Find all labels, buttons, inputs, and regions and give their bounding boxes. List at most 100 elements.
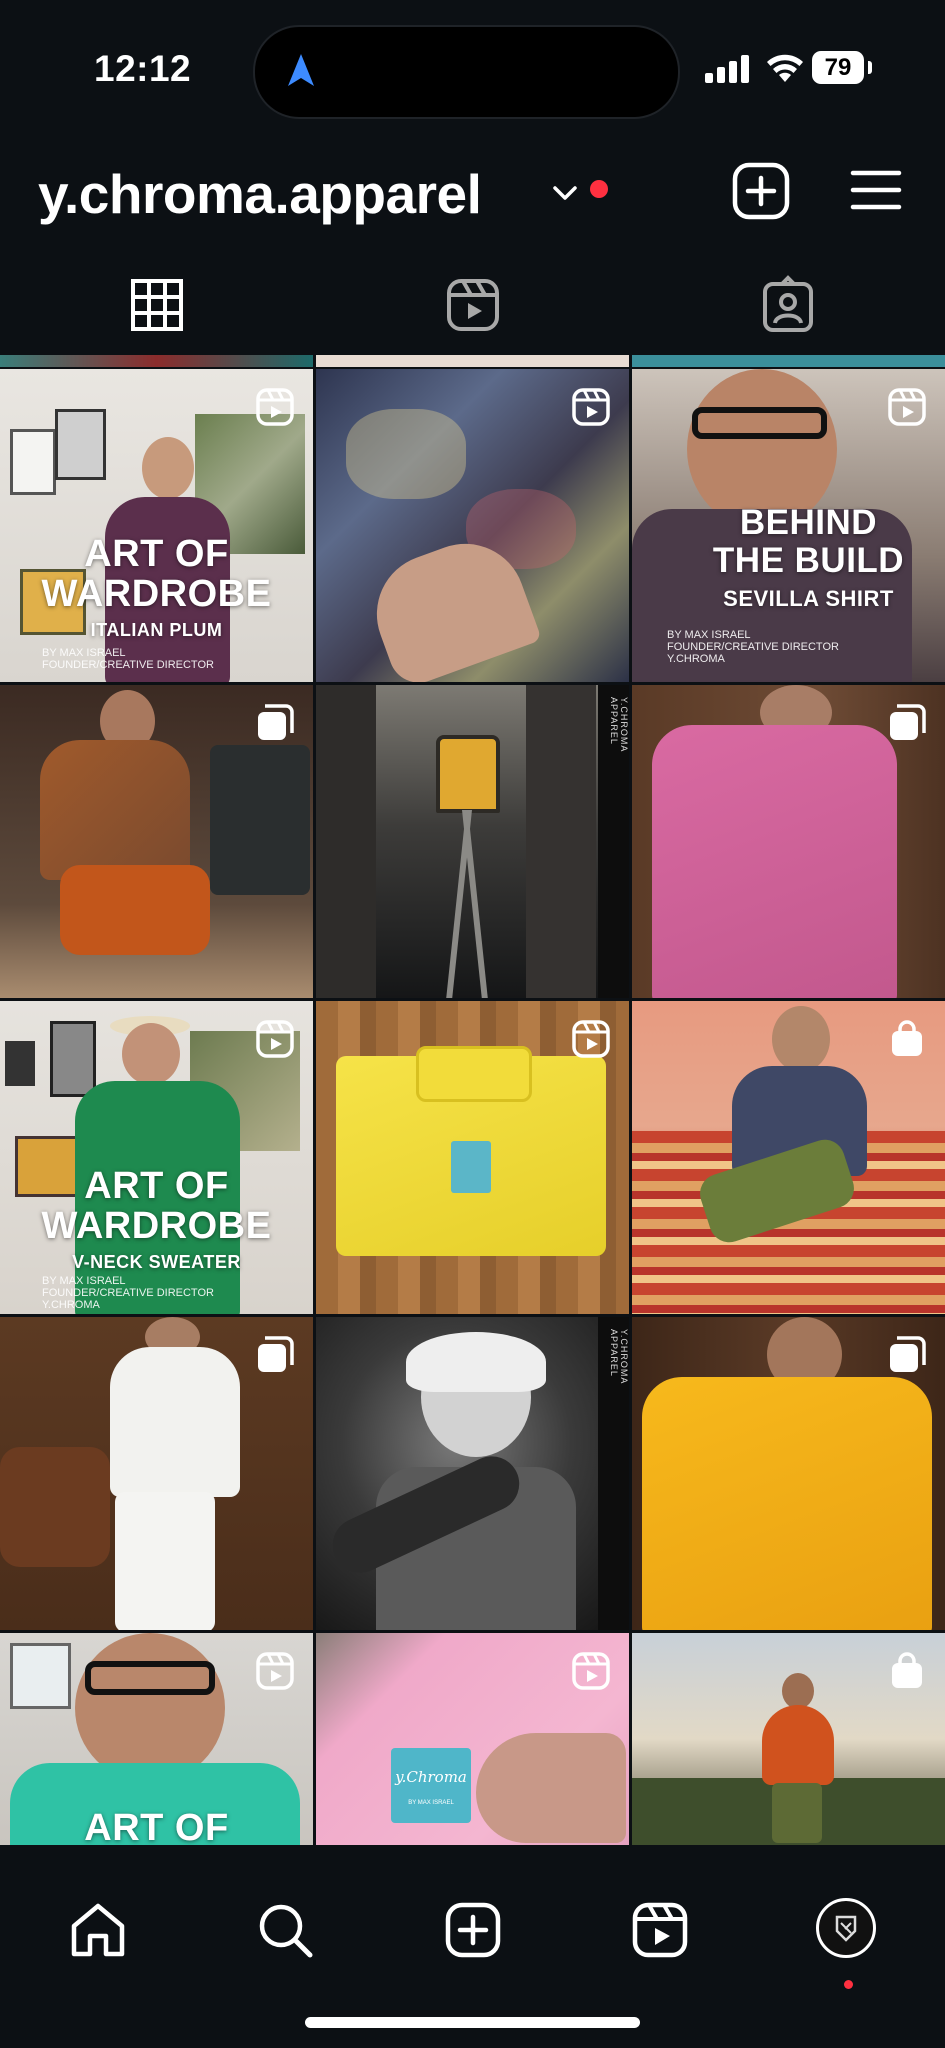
wall-frame (10, 1643, 71, 1709)
create-button[interactable] (732, 162, 790, 220)
person-legs (60, 865, 210, 955)
wifi-icon (767, 54, 803, 82)
post-tile[interactable] (316, 1001, 629, 1314)
shop-bag-icon (892, 1652, 922, 1688)
shirt-collar (416, 1046, 532, 1102)
leather-chair (0, 1447, 110, 1567)
cellular-signal-icon (705, 55, 749, 83)
person-head (782, 1673, 814, 1709)
carousel-badge-icon (258, 704, 294, 740)
side-text: Y.CHROMA APPAREL (609, 1329, 629, 1384)
person-legs (115, 1492, 215, 1630)
person-body (40, 740, 190, 880)
post-overlay: BEHIND THE BUILD SEVILLA SHIRT (712, 503, 905, 612)
building-right (526, 685, 596, 998)
post-tile[interactable]: ART OF WARDROBE V-NECK SWEATER BY MAX IS… (0, 1001, 313, 1314)
search-icon[interactable] (255, 1900, 315, 1960)
post-peek (632, 355, 945, 367)
reel-badge-icon (256, 388, 294, 426)
create-icon[interactable] (443, 1900, 503, 1960)
username[interactable]: y.chroma.apparel (38, 162, 482, 226)
person-head (772, 1006, 830, 1072)
status-time: 12:12 (94, 48, 192, 89)
shop-bag-icon (892, 1020, 922, 1056)
profile-header: y.chroma.apparel (0, 140, 945, 260)
tram (436, 735, 500, 813)
brand-logo-icon (835, 1915, 857, 1942)
person-head (142, 437, 194, 499)
person-body (762, 1705, 834, 1785)
post-credit: BY MAX ISRAEL FOUNDER/CREATIVE DIRECTOR (42, 647, 214, 671)
tram-rail (462, 810, 488, 998)
wall-frame (10, 429, 56, 495)
post-tile[interactable]: Y.CHROMA APPAREL (316, 685, 629, 998)
carousel-badge-icon (890, 1336, 926, 1372)
profile-tabs (0, 260, 945, 355)
carousel-badge-icon (890, 704, 926, 740)
post-overlay: ART OF (84, 1807, 229, 1845)
post-tile[interactable] (0, 1317, 313, 1630)
building-left (316, 685, 376, 998)
wall-frame (50, 1021, 96, 1097)
wall-frame (5, 1041, 35, 1086)
reel-badge-icon (572, 1652, 610, 1690)
post-overlay: ART OF WARDROBE ITALIAN PLUM (41, 533, 272, 640)
post-overlay: ART OF WARDROBE V-NECK SWEATER (41, 1165, 272, 1272)
post-tile[interactable]: ART OF (0, 1633, 313, 1845)
person-body (110, 1347, 240, 1497)
grid-icon[interactable] (127, 275, 187, 335)
person-body (642, 1377, 932, 1630)
reel-badge-icon (256, 1020, 294, 1058)
post-credit: BY MAX ISRAEL FOUNDER/CREATIVE DIRECTOR Y.… (42, 1275, 214, 1311)
reel-badge-icon (888, 388, 926, 426)
carousel-badge-icon (258, 1336, 294, 1372)
reel-badge-icon (256, 1652, 294, 1690)
reels-icon[interactable] (630, 1900, 690, 1960)
profile-notification-dot (844, 1980, 853, 1989)
hair (406, 1332, 546, 1392)
post-tile[interactable]: BEHIND THE BUILD SEVILLA SHIRT BY MAX IS… (632, 369, 945, 682)
dynamic-island (253, 25, 680, 119)
post-tile[interactable] (632, 1633, 945, 1845)
reels-icon[interactable] (443, 275, 503, 335)
reel-badge-icon (572, 388, 610, 426)
post-tile[interactable]: y.Chroma BY MAX ISRAEL (316, 1633, 629, 1845)
person-body (652, 725, 897, 998)
post-tile[interactable] (632, 1001, 945, 1314)
posts-grid: ART OF WARDROBE ITALIAN PLUM BY MAX ISRA… (0, 355, 945, 1845)
bottom-nav (0, 1845, 945, 2048)
post-tile[interactable] (632, 1317, 945, 1630)
tagged-person-icon[interactable] (758, 275, 818, 335)
side-text: Y.CHROMA APPAREL (609, 697, 629, 752)
trunk (210, 745, 310, 895)
post-tile[interactable]: ART OF WARDROBE ITALIAN PLUM BY MAX ISRA… (0, 369, 313, 682)
person-legs (772, 1783, 822, 1843)
hang-tag (451, 1141, 491, 1193)
notification-dot (590, 180, 608, 198)
post-tile[interactable] (316, 369, 629, 682)
chevron-down-icon[interactable] (552, 185, 578, 201)
person-head (122, 1023, 180, 1085)
fabric-pattern (346, 409, 466, 499)
home-icon[interactable] (68, 1900, 128, 1960)
home-indicator[interactable] (305, 2017, 640, 2028)
post-peek (0, 355, 313, 367)
battery-indicator: 79 (812, 51, 864, 84)
post-tile[interactable] (0, 685, 313, 998)
profile-avatar[interactable] (816, 1898, 876, 1958)
menu-hamburger-button[interactable] (850, 168, 902, 212)
post-tile[interactable] (632, 685, 945, 998)
location-arrow-icon (288, 54, 314, 86)
hand (476, 1733, 626, 1843)
status-bar: 12:12 79 (0, 0, 945, 140)
post-tile[interactable]: Y.CHROMA APPAREL (316, 1317, 629, 1630)
reel-badge-icon (572, 1020, 610, 1058)
post-credit: BY MAX ISRAEL FOUNDER/CREATIVE DIRECTOR Y.… (667, 629, 839, 665)
wall-frame (55, 409, 106, 480)
person-head (75, 1633, 225, 1783)
glasses (85, 1661, 215, 1695)
glasses (692, 407, 827, 439)
hang-tag: y.Chroma BY MAX ISRAEL (391, 1748, 471, 1823)
battery-tip (868, 61, 872, 74)
post-peek (316, 355, 629, 367)
